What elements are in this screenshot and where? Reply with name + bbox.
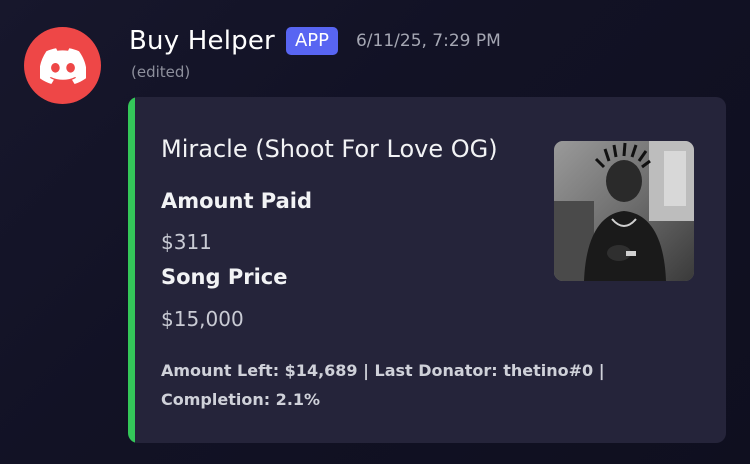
field-value-song-price: $15,000: [161, 307, 244, 331]
message-timestamp[interactable]: 6/11/25, 7:29 PM: [356, 31, 501, 51]
embed-footer: Amount Left: $14,689 | Last Donator: the…: [161, 356, 661, 414]
field-name-amount-paid: Amount Paid: [161, 189, 313, 213]
footer-line-1: Amount Left: $14,689 | Last Donator: the…: [161, 361, 605, 380]
field-name-song-price: Song Price: [161, 265, 288, 289]
embed-accent-bar: [128, 97, 135, 443]
embed-card: Miracle (Shoot For Love OG) Amount Paid …: [128, 97, 726, 443]
message-header: Buy Helper APP 6/11/25, 7:29 PM: [129, 22, 501, 60]
embed-thumbnail[interactable]: [554, 141, 694, 281]
embed-title: Miracle (Shoot For Love OG): [161, 135, 498, 163]
discord-logo-icon: [39, 47, 86, 84]
footer-line-2: Completion: 2.1%: [161, 390, 321, 409]
edited-label: (edited): [131, 63, 191, 81]
author-name[interactable]: Buy Helper: [129, 26, 275, 56]
field-value-amount-paid: $311: [161, 230, 212, 254]
artist-photo-image: [554, 141, 694, 281]
bot-avatar[interactable]: [24, 27, 101, 104]
app-badge: APP: [285, 27, 338, 55]
